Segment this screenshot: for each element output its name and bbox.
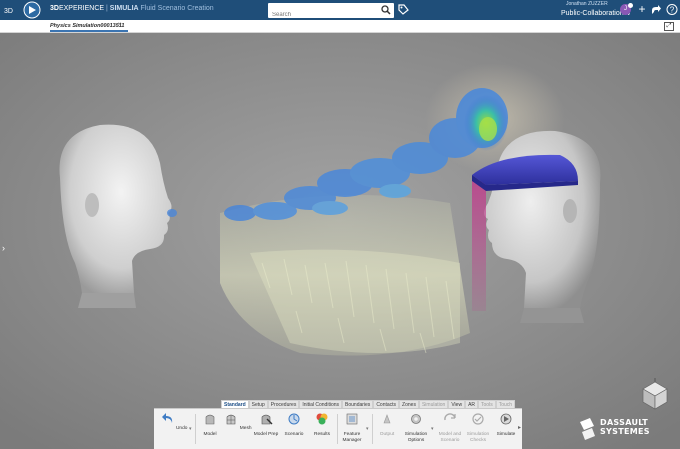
3d-viewport[interactable]: › — [0, 33, 680, 449]
help-icon[interactable]: ? — [666, 3, 678, 16]
chevron-down-icon[interactable]: ▾ — [189, 426, 192, 432]
brand-experience: EXPERIENCE — [58, 5, 105, 12]
results-icon — [316, 413, 328, 425]
svg-text:3D: 3D — [4, 8, 13, 15]
app-title: 3DEXPERIENCE | SIMULIA Fluid Scenario Cr… — [50, 5, 214, 12]
search-icon[interactable] — [381, 5, 391, 15]
model-prep-button[interactable]: Model Prep — [252, 412, 280, 446]
feature-manager-icon — [346, 413, 358, 425]
top-bar: 3D 3DEXPERIENCE | SIMULIA Fluid Scenario… — [0, 0, 680, 23]
mesh-icon — [227, 414, 236, 425]
notification-badge — [628, 3, 633, 8]
feature-manager-button[interactable]: Feature Manager — [338, 412, 366, 446]
simulation-options-icon — [411, 414, 421, 424]
simulation-checks-icon — [472, 413, 484, 425]
document-tab-bar: Physics Simulation00013511 × ⤢ — [0, 20, 680, 33]
compass-icon[interactable]: 3D — [2, 1, 46, 19]
scenario-icon — [288, 413, 300, 425]
3ds-logo-icon — [580, 418, 595, 440]
tab-physics-simulation[interactable]: Physics Simulation00013511 — [50, 21, 128, 32]
simulate-button[interactable]: Simulate — [492, 412, 520, 446]
chevron-down-icon[interactable]: ▾ — [366, 426, 369, 432]
results-button[interactable]: Results — [308, 412, 336, 446]
model-and-scenario-icon — [444, 413, 456, 421]
undo-button[interactable]: Undo — [160, 412, 188, 446]
output-icon — [383, 414, 391, 424]
model-and-scenario-button[interactable]: Model and Scenario — [436, 412, 464, 446]
simulation-options-button[interactable]: Simulation Options — [402, 412, 430, 446]
output-button[interactable]: Output — [373, 412, 401, 446]
scenario-button[interactable]: Scenario — [280, 412, 308, 446]
simulation-scene — [0, 33, 680, 449]
expand-icon[interactable]: ⤢ — [664, 22, 674, 31]
app-context: Fluid Scenario Creation — [140, 5, 214, 12]
logo-text: DASSAULT SYSTEMES — [600, 418, 650, 436]
user-name: Jonathan ZUZZER — [566, 1, 608, 7]
logo-line-1: DASSAULT — [600, 418, 649, 427]
share-icon[interactable] — [650, 3, 662, 16]
simulation-checks-button[interactable]: Simulation Checks — [464, 412, 492, 446]
brand-3d: 3D — [50, 5, 59, 12]
simulate-icon — [500, 413, 512, 425]
undo-icon — [161, 413, 172, 423]
brand-app: SIMULIA — [109, 5, 139, 12]
close-icon[interactable]: × — [118, 22, 122, 28]
compass-navigator-icon[interactable] — [640, 378, 670, 412]
collab-space-label: Public-Collaboration — [561, 10, 624, 17]
expand-panel-arrow[interactable]: › — [2, 244, 8, 253]
chevron-down-icon[interactable]: ▾ — [431, 426, 434, 432]
model-prep-icon — [261, 414, 273, 425]
dassault-systemes-logo: DASSAULT SYSTEMES — [578, 414, 668, 444]
search-box[interactable] — [268, 3, 394, 23]
add-icon[interactable]: + — [636, 3, 648, 16]
mesh-button[interactable]: Mesh — [224, 412, 252, 446]
model-icon — [205, 414, 215, 425]
chevron-right-icon[interactable]: ▸ — [518, 424, 521, 431]
svg-text:?: ? — [670, 6, 675, 15]
tag-icon[interactable] — [397, 3, 409, 16]
logo-line-2: SYSTEMES — [600, 427, 650, 436]
model-button[interactable]: Model — [196, 412, 224, 446]
